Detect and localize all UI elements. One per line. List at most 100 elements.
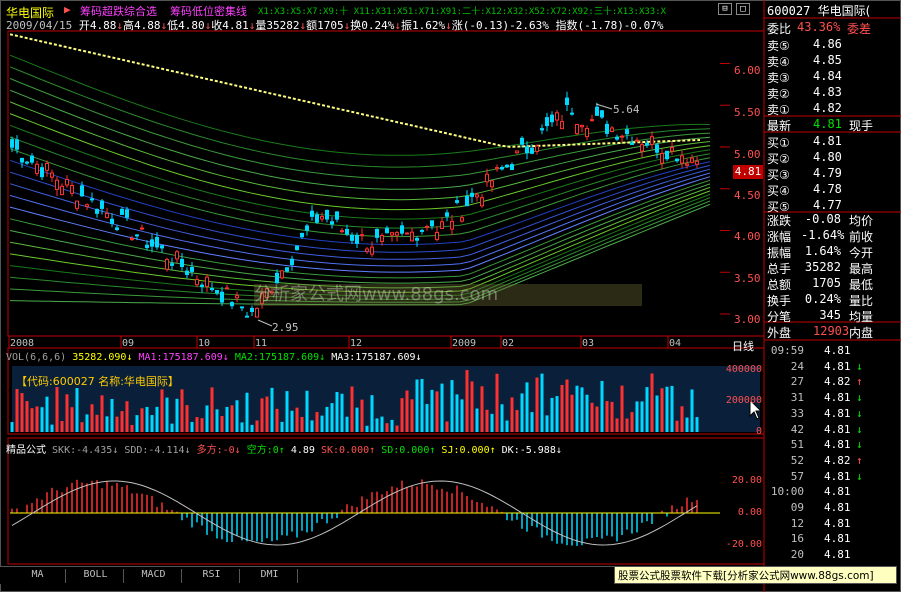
volume-bar: [475, 408, 479, 432]
volume-bar: [450, 380, 454, 432]
stat-label: 涨幅: [767, 230, 792, 244]
latest-value: 4.81: [813, 117, 842, 131]
volume-bar: [225, 406, 229, 432]
stat-label: 换手: [767, 294, 792, 308]
candle-body: [245, 315, 249, 318]
ask-row[interactable]: 卖④ 4.85: [767, 53, 901, 69]
candle-body: [220, 291, 224, 303]
amt-label: 额: [306, 19, 318, 32]
bid-row[interactable]: 买① 4.81: [767, 134, 901, 150]
tab-rsi[interactable]: RSI: [184, 569, 240, 583]
candle-body: [350, 234, 354, 241]
candle-body: [10, 139, 14, 148]
tick-direction-icon: ↓: [856, 359, 863, 373]
volume-bar: [615, 418, 619, 432]
window-icon[interactable]: □: [736, 3, 750, 15]
weicha-label: 委差: [847, 22, 872, 36]
volume-bar: [400, 398, 404, 432]
bid-row[interactable]: 买③ 4.79: [767, 166, 901, 182]
candle-body: [190, 266, 194, 272]
amplitude-value: 1.62%: [411, 19, 446, 32]
volume-bar: [360, 399, 364, 432]
low-label: 低: [167, 19, 179, 32]
volume-bar: [25, 401, 29, 432]
volume-bar: [250, 424, 254, 432]
period-daily-label[interactable]: 日线: [732, 338, 754, 354]
candle-body: [225, 287, 229, 290]
candle-body: [250, 307, 254, 312]
tick-price: 4.81: [824, 501, 851, 514]
candle-body: [65, 178, 69, 186]
candle-body: [465, 195, 469, 207]
indicator-name[interactable]: 精品公式: [6, 445, 46, 456]
low-value: 4.80: [178, 19, 205, 32]
footer-ad-link[interactable]: 股票公式股票软件下载[分析家公式网www.88gs.com]: [614, 566, 897, 584]
candle-body: [145, 244, 149, 249]
volume-bar: [140, 408, 144, 432]
tick-time: 31: [790, 391, 804, 405]
candle-body: [135, 234, 139, 237]
date-tick-label: 2008: [10, 338, 35, 349]
ask-row[interactable]: 卖⑤ 4.86: [767, 37, 901, 53]
bid-row[interactable]: 买② 4.80: [767, 150, 901, 166]
candle-body: [450, 220, 454, 230]
candle-body: [680, 155, 684, 164]
candle-body: [60, 185, 64, 196]
vol-indicator-name[interactable]: VOL(6,6,6): [6, 352, 66, 363]
tab-boll[interactable]: BOLL: [68, 569, 124, 583]
candle-body: [665, 150, 669, 160]
candle-body: [535, 145, 539, 152]
tab-ma[interactable]: MA: [10, 569, 66, 583]
tick-time: 24: [790, 359, 804, 373]
ask-row[interactable]: 卖① 4.82: [767, 101, 901, 117]
stat-label: 总额: [767, 278, 792, 292]
volume-bar: [295, 407, 299, 432]
candle-body: [105, 212, 109, 218]
volume-bar: [55, 387, 59, 432]
cost-curve-line: [9, 186, 711, 289]
candle-body: [140, 227, 144, 230]
ind-skk: SKK:-4.435: [52, 445, 113, 456]
bid-row[interactable]: 买④ 4.78: [767, 182, 901, 198]
volume-bar: [260, 398, 264, 432]
volume-bar: [675, 420, 679, 432]
play-arrow-icon[interactable]: ▶: [64, 3, 71, 16]
volume-bar: [210, 387, 214, 432]
candle-body: [295, 245, 299, 251]
stock-info-banner: 【代码:600027 名称:华电国际】: [16, 375, 179, 388]
stat-right-label: 均量: [849, 310, 874, 324]
candle-body: [360, 234, 364, 237]
ask-price: 4.83: [813, 85, 842, 99]
candle-body: [240, 306, 244, 309]
candle-body: [305, 225, 309, 231]
volume-bar: [45, 396, 49, 432]
candle-body: [170, 263, 174, 266]
tick-time: 16: [790, 532, 804, 546]
candle-body: [655, 144, 659, 153]
candle-body: [235, 295, 239, 299]
candle-body: [25, 161, 29, 164]
tab-macd[interactable]: MACD: [126, 569, 182, 583]
candle-body: [675, 158, 679, 162]
ind-sd: SD:0.000: [381, 445, 430, 456]
candle-body: [185, 270, 189, 275]
volume-bar: [80, 422, 84, 432]
ask-price: 4.82: [813, 101, 842, 115]
ask-price: 4.85: [813, 53, 842, 67]
volume-bar: [270, 387, 274, 432]
ind-kong: 空方:0: [246, 445, 279, 456]
tick-row: 31 4.81 ↓: [764, 391, 898, 407]
volume-bar: [525, 382, 529, 432]
candle-body: [275, 272, 279, 284]
candle-body: [40, 167, 44, 178]
stat-row: 总手 35282 最高: [767, 260, 901, 276]
ask-row[interactable]: 卖③ 4.84: [767, 69, 901, 85]
high-value: 4.88: [133, 19, 161, 32]
ask-row[interactable]: 卖② 4.83: [767, 85, 901, 101]
candle-body: [300, 232, 304, 238]
candle-body: [495, 167, 499, 170]
minimize-icon[interactable]: ⊟: [718, 3, 732, 15]
volume-bar: [40, 407, 44, 432]
bid-price: 4.80: [813, 150, 842, 164]
tab-dmi[interactable]: DMI: [242, 569, 298, 583]
